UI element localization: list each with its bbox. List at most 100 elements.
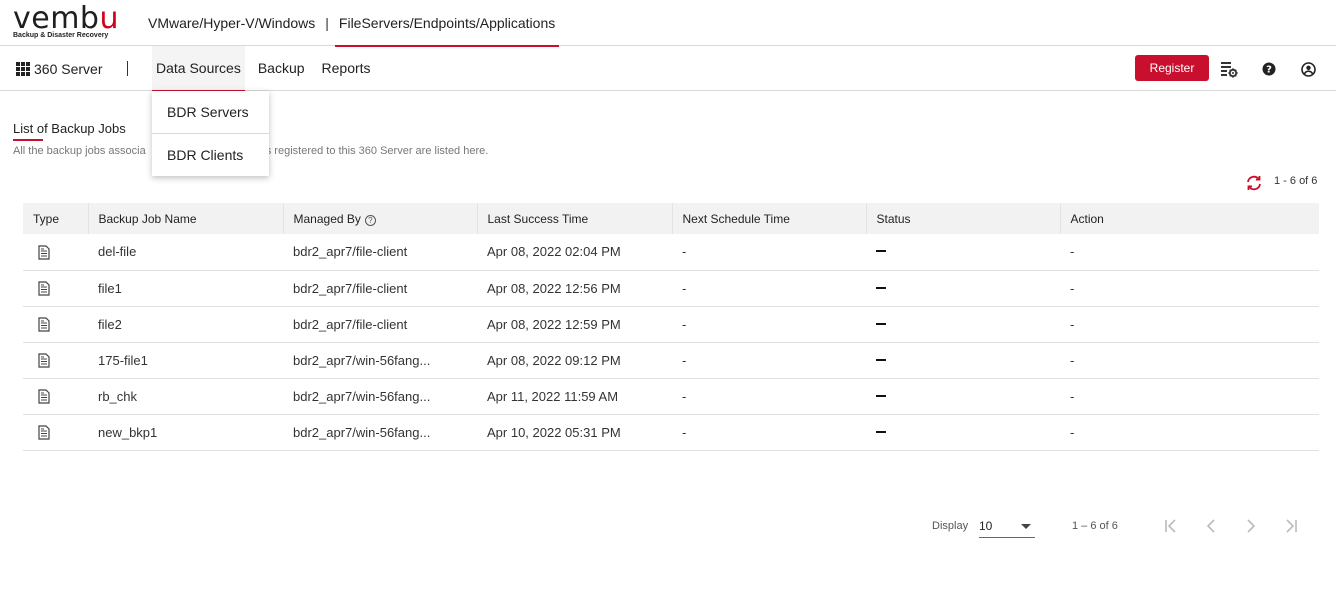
file-backup-icon (38, 425, 50, 440)
table-row[interactable]: file1 bdr2_apr7/file-client Apr 08, 2022 1… (23, 270, 1319, 307)
nav-divider (127, 61, 128, 76)
logo-tagline: Backup & Disaster Recovery (13, 32, 109, 39)
next-page-icon[interactable] (1240, 515, 1262, 537)
dropdown-item-bdr-clients[interactable]: BDR Clients (152, 133, 269, 175)
job-name-cell[interactable]: del-file (88, 234, 283, 271)
next-schedule-cell: - (672, 342, 866, 379)
refresh-icon[interactable] (1245, 175, 1263, 191)
dropdown-item-bdr-servers[interactable]: BDR Servers (152, 91, 269, 133)
type-cell (23, 234, 88, 271)
chevron-down-icon (1021, 524, 1031, 529)
nav-item-reports[interactable]: Reports (318, 46, 375, 91)
status-cell (866, 378, 1060, 415)
col-type[interactable]: Type (23, 203, 89, 234)
job-name-cell[interactable]: rb_chk (88, 378, 283, 415)
managed-by-cell: bdr2_apr7/file-client (283, 270, 477, 307)
last-success-cell: Apr 11, 2022 11:59 AM (477, 378, 672, 415)
tab-fileservers-endpoints-applications[interactable]: FileServers/Endpoints/Applications (334, 0, 560, 47)
col-status[interactable]: Status (866, 203, 1061, 234)
managed-by-cell: bdr2_apr7/win-56fang... (283, 342, 477, 379)
managed-by-cell: bdr2_apr7/file-client (283, 306, 477, 343)
status-cell (866, 270, 1060, 307)
status-dash-icon (876, 430, 886, 433)
action-cell[interactable]: - (1060, 378, 1319, 415)
status-dash-icon (876, 286, 886, 289)
status-cell (866, 306, 1060, 343)
main-navbar: 360 Server Data Sources Backup Reports R… (0, 46, 1336, 92)
page-title-underline (13, 139, 43, 141)
last-success-cell: Apr 08, 2022 02:04 PM (477, 234, 672, 271)
type-cell (23, 378, 88, 415)
type-cell (23, 414, 88, 451)
nav-item-backup[interactable]: Backup (254, 46, 309, 91)
job-name-cell[interactable]: new_bkp1 (88, 414, 283, 451)
record-range-bottom: 1 – 6 of 6 (1072, 520, 1118, 532)
next-schedule-cell: - (672, 270, 866, 307)
action-cell[interactable]: - (1060, 234, 1319, 271)
file-backup-icon (38, 317, 50, 332)
status-cell (866, 342, 1060, 379)
action-cell[interactable]: - (1060, 342, 1319, 379)
top-header: vembu Backup & Disaster Recovery VMware/… (0, 0, 1336, 47)
last-success-cell: Apr 10, 2022 05:31 PM (477, 414, 672, 451)
next-schedule-cell: - (672, 234, 866, 271)
table-row[interactable]: 175-file1 bdr2_apr7/win-56fang... Apr 08, … (23, 342, 1319, 379)
help-icon[interactable]: ? (1260, 60, 1278, 78)
col-backup-job-name[interactable]: Backup Job Name (88, 203, 284, 234)
next-schedule-cell: - (672, 378, 866, 415)
tab-vmware-hyperv-windows[interactable]: VMware/Hyper-V/Windows (148, 0, 315, 46)
app-switcher[interactable]: 360 Server (16, 46, 102, 91)
user-profile-icon[interactable] (1299, 60, 1317, 78)
register-button[interactable]: Register (1135, 55, 1209, 81)
last-success-cell: Apr 08, 2022 12:56 PM (477, 270, 672, 307)
managed-by-cell: bdr2_apr7/win-56fang... (283, 414, 477, 451)
status-dash-icon (876, 322, 886, 325)
table-row[interactable]: file2 bdr2_apr7/file-client Apr 08, 2022 1… (23, 306, 1319, 343)
last-page-icon[interactable] (1280, 515, 1302, 537)
col-last-success-time[interactable]: Last Success Time (477, 203, 673, 234)
job-name-cell[interactable]: file1 (88, 270, 283, 307)
job-name-cell[interactable]: 175-file1 (88, 342, 283, 379)
last-success-cell: Apr 08, 2022 09:12 PM (477, 342, 672, 379)
type-cell (23, 270, 88, 307)
col-managed-by[interactable]: Managed By? (283, 203, 478, 234)
managed-by-cell: bdr2_apr7/win-56fang... (283, 378, 477, 415)
table-row[interactable]: new_bkp1 bdr2_apr7/win-56fang... Apr 10, 2… (23, 414, 1319, 451)
action-cell[interactable]: - (1060, 270, 1319, 307)
type-cell (23, 306, 88, 343)
nav-item-data-sources[interactable]: Data Sources (152, 46, 245, 92)
status-dash-icon (876, 358, 886, 361)
display-label: Display (932, 520, 969, 532)
page-size-select[interactable]: 10 (979, 516, 1035, 538)
next-schedule-cell: - (672, 414, 866, 451)
table-row[interactable]: del-file bdr2_apr7/file-client Apr 08, 202… (23, 234, 1319, 271)
next-schedule-cell: - (672, 306, 866, 343)
col-next-schedule-time[interactable]: Next Schedule Time (672, 203, 867, 234)
file-backup-icon (38, 389, 50, 404)
data-sources-dropdown: BDR Servers BDR Clients (152, 91, 269, 176)
record-range-top: 1 - 6 of 6 (1274, 175, 1318, 187)
managed-by-help-icon[interactable]: ? (364, 214, 376, 226)
nav-menu: Data Sources Backup Reports (152, 46, 384, 92)
page-title: List of Backup Jobs (13, 121, 126, 136)
table-header-row: Type Backup Job Name Managed By? Last Su… (23, 203, 1319, 234)
settings-list-icon[interactable] (1220, 60, 1238, 78)
action-cell[interactable]: - (1060, 306, 1319, 343)
col-action[interactable]: Action (1060, 203, 1319, 234)
product-tabs: VMware/Hyper-V/Windows | FileServers/End… (148, 0, 560, 47)
page-size-value: 10 (979, 519, 993, 533)
apps-grid-icon (16, 61, 30, 76)
file-backup-icon (38, 245, 50, 260)
previous-page-icon[interactable] (1200, 515, 1222, 537)
backup-jobs-table: Type Backup Job Name Managed By? Last Su… (23, 203, 1319, 451)
vembu-logo[interactable]: vembu Backup & Disaster Recovery (13, 1, 123, 43)
job-name-cell[interactable]: file2 (88, 306, 283, 343)
type-cell (23, 342, 88, 379)
managed-by-cell: bdr2_apr7/file-client (283, 234, 477, 271)
status-cell (866, 414, 1060, 451)
file-backup-icon (38, 353, 50, 368)
action-cell[interactable]: - (1060, 414, 1319, 451)
status-cell (866, 234, 1060, 271)
first-page-icon[interactable] (1160, 515, 1182, 537)
table-row[interactable]: rb_chk bdr2_apr7/win-56fang... Apr 11, 202… (23, 378, 1319, 415)
